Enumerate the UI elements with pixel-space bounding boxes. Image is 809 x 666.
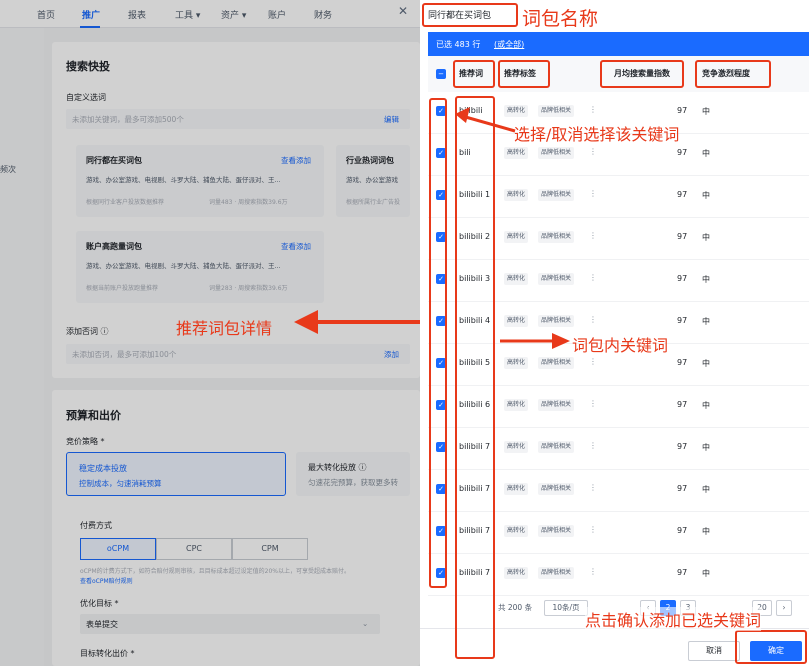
annotation-package-name: 词包名称 [522,8,599,30]
annotation-box-tag-header [498,60,550,88]
row-tag-brand: 品牌低相关 [538,147,575,159]
row-tag-brand: 品牌低相关 [538,399,575,411]
row-search-index: 97 [677,442,688,451]
row-tag-conversion: 高转化 [504,105,529,117]
row-tag-brand: 品牌低相关 [538,567,575,579]
more-icon[interactable]: ⋮ [589,231,597,240]
row-competition: 中 [702,401,710,410]
row-competition: 中 [702,317,710,326]
row-competition: 中 [702,569,710,578]
cancel-button[interactable]: 取消 [688,641,740,661]
row-search-index: 97 [677,148,688,157]
row-competition: 中 [702,359,710,368]
more-icon[interactable]: ⋮ [589,273,597,282]
more-icon[interactable]: ⋮ [589,525,597,534]
page-size-select[interactable]: 10条/页 [544,600,588,616]
row-competition: 中 [702,485,710,494]
annotation-box-index-header [600,60,684,88]
page-next[interactable]: › [776,600,792,616]
row-tag-brand: 品牌低相关 [538,231,575,243]
row-tag-brand: 品牌低相关 [538,273,575,285]
annotation-box-keyword-column [455,96,495,659]
annotation-confirm: 点击确认添加已选关键词 [585,607,762,631]
annotation-box-keyword-header [453,60,495,88]
annotation-box-competition-header [695,60,771,88]
annotation-detail: 推荐词包详情 [176,319,273,338]
row-competition: 中 [702,275,710,284]
row-search-index: 97 [677,358,688,367]
row-tag-conversion: 高转化 [504,315,529,327]
annotation-box-confirm [735,630,807,664]
row-tag-conversion: 高转化 [504,357,529,369]
row-search-index: 97 [677,190,688,199]
row-tag-conversion: 高转化 [504,273,529,285]
select-all-link[interactable]: (或全部) [494,39,524,50]
row-tag-brand: 品牌低相关 [538,357,575,369]
more-icon[interactable]: ⋮ [589,567,597,576]
row-competition: 中 [702,107,710,116]
close-icon[interactable]: ✕ [398,4,408,18]
total-count: 共 200 条 [498,603,533,612]
annotation-inner-keywords: 词包内关键词 [572,336,669,355]
more-icon[interactable]: ⋮ [589,189,597,198]
row-tag-conversion: 高转化 [504,441,529,453]
row-tag-conversion: 高转化 [504,399,529,411]
row-tag-brand: 品牌低相关 [538,483,575,495]
row-tag-brand: 品牌低相关 [538,189,575,201]
more-icon[interactable]: ⋮ [589,399,597,408]
selection-bar: 已选 483 行 (或全部) [428,32,809,56]
row-competition: 中 [702,527,710,536]
row-competition: 中 [702,149,710,158]
more-icon[interactable]: ⋮ [589,441,597,450]
row-tag-conversion: 高转化 [504,567,529,579]
row-tag-conversion: 高转化 [504,483,529,495]
annotation-box-title [422,3,518,27]
row-tag-conversion: 高转化 [504,189,529,201]
more-icon[interactable]: ⋮ [589,357,597,366]
row-tag-brand: 品牌低相关 [538,315,575,327]
row-search-index: 97 [677,232,688,241]
row-tag-brand: 品牌低相关 [538,441,575,453]
row-search-index: 97 [677,274,688,283]
row-search-index: 97 [677,568,688,577]
row-search-index: 97 [677,484,688,493]
annotation-select: 选择/取消选择该关键词 [514,125,680,144]
row-tag-conversion: 高转化 [504,525,529,537]
select-all-checkbox[interactable]: − [436,69,446,79]
row-competition: 中 [702,191,710,200]
row-tag-brand: 品牌低相关 [538,525,575,537]
selected-count: 已选 483 行 [436,40,481,49]
row-competition: 中 [702,443,710,452]
row-tag-conversion: 高转化 [504,231,529,243]
row-tag-conversion: 高转化 [504,147,529,159]
more-icon[interactable]: ⋮ [589,105,597,114]
row-search-index: 97 [677,400,688,409]
more-icon[interactable]: ⋮ [589,483,597,492]
more-icon[interactable]: ⋮ [589,147,597,156]
more-icon[interactable]: ⋮ [589,315,597,324]
row-competition: 中 [702,233,710,242]
row-search-index: 97 [677,316,688,325]
row-search-index: 97 [677,526,688,535]
row-search-index: 97 [677,106,688,115]
row-tag-brand: 品牌低相关 [538,105,575,117]
annotation-box-checkbox-column [429,98,447,588]
